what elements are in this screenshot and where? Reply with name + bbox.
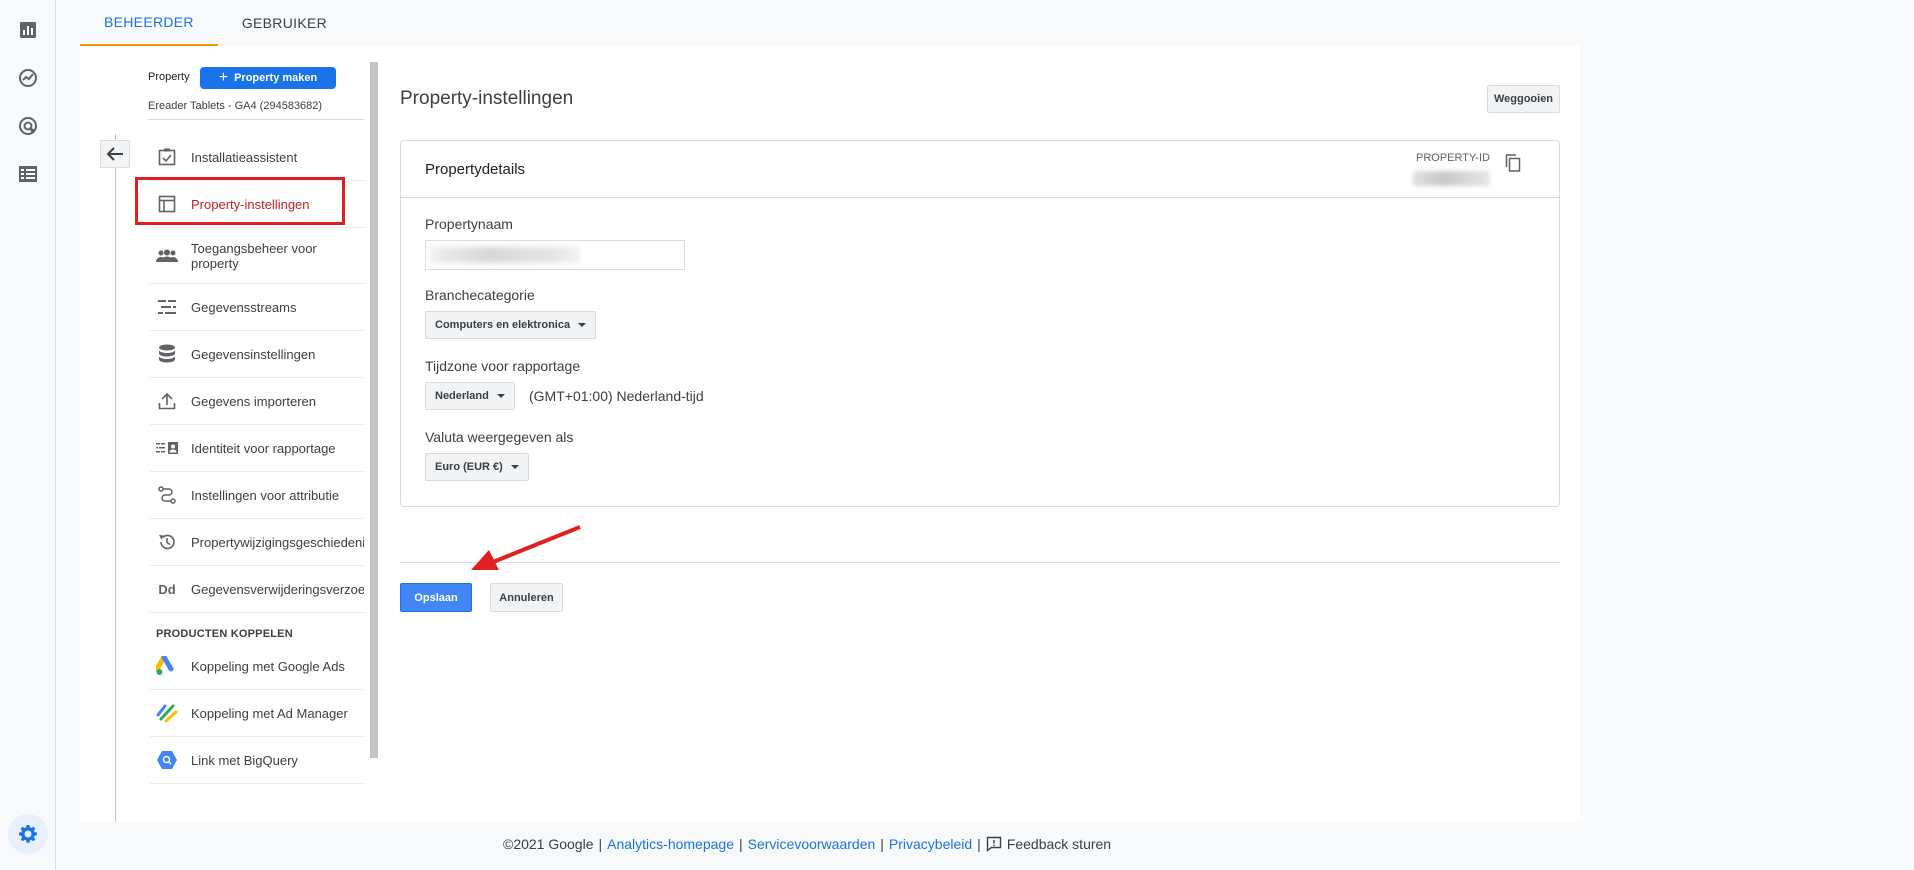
nav-label: Installatieassistent bbox=[191, 149, 298, 165]
feedback-icon bbox=[986, 836, 1002, 852]
nav-label: Gegevens importeren bbox=[191, 393, 317, 409]
currency-dropdown[interactable]: Euro (EUR €) bbox=[425, 453, 529, 481]
nav-item-gegevensstreams[interactable]: Gegevensstreams bbox=[150, 284, 364, 331]
card-title: Propertydetails bbox=[425, 161, 526, 178]
nav-item-installatieassistent[interactable]: Installatieassistent bbox=[150, 134, 364, 181]
upload-icon bbox=[156, 390, 178, 412]
feedback-label: Feedback sturen bbox=[1006, 836, 1112, 852]
save-button[interactable]: Opslaan bbox=[400, 583, 472, 612]
attribution-icon bbox=[156, 484, 178, 506]
nav-label: Gegevensverwijderingsverzoeken bbox=[191, 581, 364, 597]
configure-icon[interactable] bbox=[16, 162, 40, 186]
footer-copyright: ©2021 Google bbox=[503, 836, 594, 852]
nav-item-property-instellingen[interactable]: Property-instellingen bbox=[150, 181, 364, 228]
nav-item-toegangsbeheer[interactable]: Toegangsbeheer voor property bbox=[150, 228, 364, 284]
nav-item-attributie[interactable]: Instellingen voor attributie bbox=[150, 472, 364, 519]
caret-down-icon bbox=[510, 465, 519, 469]
footer-separator: | bbox=[739, 836, 743, 852]
google-ads-icon bbox=[156, 655, 178, 677]
footer-separator: | bbox=[977, 836, 981, 852]
bigquery-icon bbox=[156, 749, 178, 771]
nav-label: Gegevensinstellingen bbox=[191, 346, 316, 362]
checklist-icon bbox=[156, 146, 178, 168]
property-id-label: PROPERTY-ID bbox=[1416, 152, 1490, 164]
create-property-button[interactable]: + Property maken bbox=[200, 67, 336, 89]
footer-link-analytics-homepage[interactable]: Analytics-homepage bbox=[607, 836, 734, 852]
cancel-button[interactable]: Annuleren bbox=[490, 583, 563, 612]
industry-label: Branchecategorie bbox=[425, 287, 535, 303]
reports-icon[interactable] bbox=[16, 18, 40, 42]
footer-separator: | bbox=[598, 836, 603, 852]
feedback-button[interactable]: Feedback sturen bbox=[986, 836, 1111, 852]
caret-down-icon bbox=[578, 323, 587, 327]
nav-section-title: PRODUCTEN KOPPELEN bbox=[156, 628, 293, 640]
property-nav: Installatieassistent Property-instelling… bbox=[150, 134, 364, 784]
property-name-input[interactable] bbox=[425, 240, 685, 270]
streams-icon bbox=[156, 296, 178, 318]
footer-link-privacybeleid[interactable]: Privacybeleid bbox=[889, 836, 972, 852]
industry-dropdown[interactable]: Computers en elektronica bbox=[425, 311, 597, 339]
property-id-value-redacted bbox=[1413, 171, 1490, 186]
discard-button[interactable]: Weggooien bbox=[1487, 85, 1560, 113]
explore-icon[interactable] bbox=[16, 66, 40, 90]
currency-value: Euro (EUR €) bbox=[435, 461, 503, 473]
property-name-redacted bbox=[430, 247, 580, 263]
footer: ©2021 Google | Analytics-homepage | Serv… bbox=[503, 836, 1111, 852]
nav-item-gegevensinstellingen[interactable]: Gegevensinstellingen bbox=[150, 331, 364, 378]
card-header: Propertydetails PROPERTY-ID bbox=[401, 141, 1559, 198]
plus-icon: + bbox=[218, 69, 229, 86]
tab-gebruiker[interactable]: GEBRUIKER bbox=[218, 0, 351, 46]
timezone-country-dropdown[interactable]: Nederland bbox=[425, 382, 515, 410]
back-button[interactable] bbox=[100, 140, 130, 168]
property-details-card: Propertydetails PROPERTY-ID Propertynaam… bbox=[400, 140, 1560, 507]
top-tabs: BEHEERDER GEBRUIKER bbox=[80, 0, 351, 46]
nav-label: Link met BigQuery bbox=[191, 752, 298, 768]
property-account-selector[interactable]: Ereader Tablets - GA4 (294583682) bbox=[148, 100, 364, 120]
nav-label: Gegevensstreams bbox=[191, 299, 297, 315]
admin-gear-icon[interactable] bbox=[8, 814, 48, 854]
timezone-text: (GMT+01:00) Nederland-tijd bbox=[529, 388, 704, 404]
nav-label: Koppeling met Google Ads bbox=[191, 658, 345, 674]
arrow-left-icon bbox=[106, 147, 123, 161]
footer-link-servicevoorwaarden[interactable]: Servicevoorwaarden bbox=[748, 836, 876, 852]
ad-manager-icon bbox=[156, 702, 178, 724]
property-name-label: Propertynaam bbox=[425, 216, 513, 232]
nav-item-bigquery[interactable]: Link met BigQuery bbox=[150, 737, 364, 784]
nav-scrollbar[interactable] bbox=[370, 62, 378, 758]
page-title: Property-instellingen bbox=[400, 88, 574, 109]
timezone-label: Tijdzone voor rapportage bbox=[425, 358, 581, 374]
nav-item-ad-manager[interactable]: Koppeling met Ad Manager bbox=[150, 690, 364, 737]
nav-item-gegevensverwijdering[interactable]: Dd Gegevensverwijderingsverzoeken bbox=[150, 566, 364, 613]
caret-down-icon bbox=[496, 394, 505, 398]
footer-separator: | bbox=[880, 836, 884, 852]
advertising-icon[interactable] bbox=[16, 114, 40, 138]
left-rail bbox=[0, 0, 56, 870]
create-property-label: Property maken bbox=[234, 72, 318, 84]
nav-label: Toegangsbeheer voor property bbox=[191, 240, 317, 271]
history-icon bbox=[156, 531, 178, 553]
nav-label: Propertywijzigingsgeschiedenis bbox=[191, 534, 364, 550]
nav-item-google-ads[interactable]: Koppeling met Google Ads bbox=[150, 643, 364, 690]
property-window-icon bbox=[156, 193, 178, 215]
nav-label: Instellingen voor attributie bbox=[191, 487, 340, 503]
nav-label: Property-instellingen bbox=[191, 196, 310, 212]
tab-beheerder[interactable]: BEHEERDER bbox=[80, 0, 218, 46]
nav-item-gegevens-importeren[interactable]: Gegevens importeren bbox=[150, 378, 364, 425]
industry-value: Computers en elektronica bbox=[435, 319, 571, 331]
hierarchy-line bbox=[115, 134, 116, 822]
property-label: Property bbox=[148, 71, 190, 83]
database-icon bbox=[156, 343, 178, 365]
nav-label: Identiteit voor rapportage bbox=[191, 440, 336, 456]
identity-icon bbox=[156, 437, 178, 459]
nav-item-wijzigingsgeschiedenis[interactable]: Propertywijzigingsgeschiedenis bbox=[150, 519, 364, 566]
currency-label: Valuta weergegeven als bbox=[425, 429, 574, 445]
nav-item-identiteit[interactable]: Identiteit voor rapportage bbox=[150, 425, 364, 472]
nav-label: Koppeling met Ad Manager bbox=[191, 705, 348, 721]
data-deletion-icon: Dd bbox=[158, 581, 176, 597]
annotation-arrow-icon bbox=[471, 525, 581, 570]
people-icon bbox=[156, 245, 178, 267]
timezone-country-value: Nederland bbox=[435, 390, 489, 402]
copy-icon[interactable] bbox=[1503, 153, 1523, 173]
